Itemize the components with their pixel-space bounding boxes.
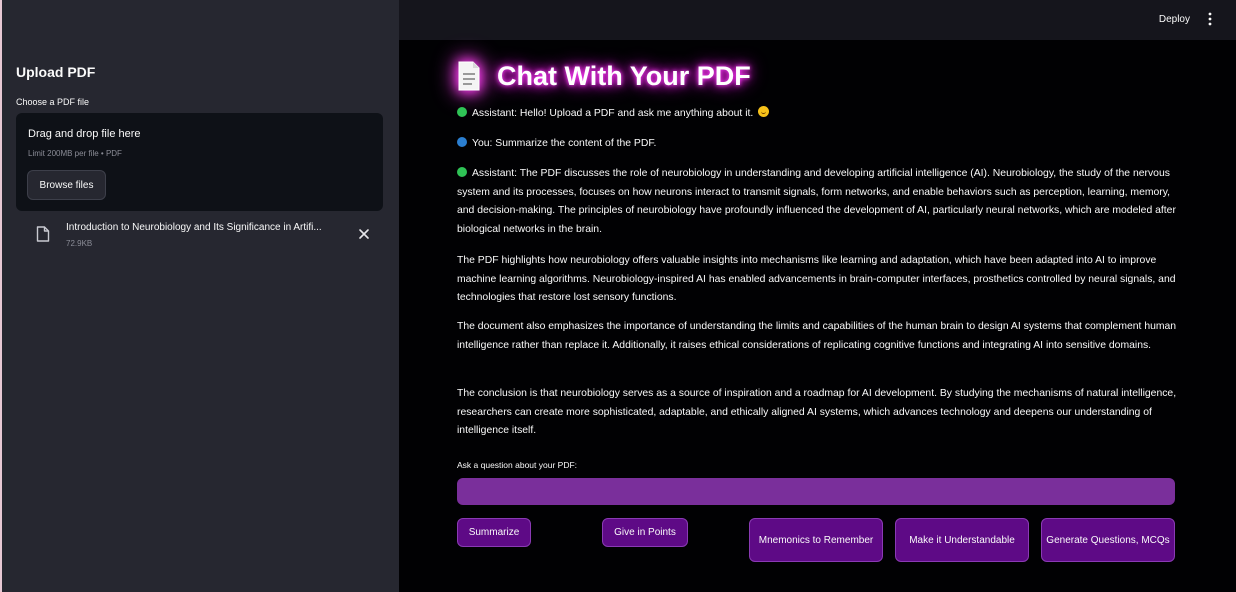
page-title-text: Chat With Your PDF bbox=[497, 60, 751, 91]
summarize-button[interactable]: Summarize bbox=[457, 518, 531, 547]
response-paragraph: The conclusion is that neurobiology serv… bbox=[457, 388, 1177, 436]
smiling-face-icon bbox=[758, 106, 770, 117]
browse-files-button[interactable]: Browse files bbox=[27, 170, 106, 200]
assistant-dot-icon bbox=[457, 107, 467, 117]
chat-message-user: You: Summarize the content of the PDF. bbox=[457, 135, 1177, 154]
give-in-points-button[interactable]: Give in Points bbox=[602, 518, 688, 547]
chat-message-text: Assistant: Hello! Upload a PDF and ask m… bbox=[472, 108, 754, 119]
dropzone-title: Drag and drop file here bbox=[28, 128, 141, 140]
file-size: 72.9KB bbox=[66, 239, 93, 248]
mnemonics-button[interactable]: Mnemonics to Remember bbox=[749, 518, 883, 562]
sidebar: Upload PDF Choose a PDF file Drag and dr… bbox=[0, 0, 399, 592]
question-input[interactable] bbox=[457, 478, 1175, 505]
response-paragraph: The document also emphasizes the importa… bbox=[457, 321, 1177, 351]
question-input-label: Ask a question about your PDF: bbox=[457, 460, 578, 470]
app-root: Upload PDF Choose a PDF file Drag and dr… bbox=[0, 0, 1236, 592]
main-content: Chat With Your PDF Assistant: Hello! Upl… bbox=[399, 40, 1236, 592]
top-bar: Deploy bbox=[399, 0, 1236, 40]
assistant-dot-icon bbox=[457, 167, 467, 177]
generate-questions-button[interactable]: Generate Questions, MCQs bbox=[1041, 518, 1175, 562]
file-name: Introduction to Neurobiology and Its Sig… bbox=[66, 222, 322, 233]
page-facing-up-icon bbox=[458, 61, 480, 91]
chat-message-assistant: Assistant: The PDF discusses the role of… bbox=[457, 165, 1177, 239]
kebab-menu-icon[interactable] bbox=[1208, 12, 1212, 26]
file-dropzone[interactable]: Drag and drop file here Limit 200MB per … bbox=[16, 113, 383, 211]
file-uploader-label: Choose a PDF file bbox=[16, 97, 90, 107]
user-dot-icon bbox=[457, 137, 467, 147]
chat-message-assistant: Assistant: Hello! Upload a PDF and ask m… bbox=[457, 105, 1177, 124]
sidebar-title: Upload PDF bbox=[16, 64, 96, 80]
page-title: Chat With Your PDF bbox=[457, 56, 751, 96]
dropzone-limit: Limit 200MB per file • PDF bbox=[28, 149, 122, 158]
make-understandable-button[interactable]: Make it Understandable bbox=[895, 518, 1029, 562]
chat-message-text: Assistant: The PDF discusses the role of… bbox=[457, 168, 1176, 235]
uploaded-file: Introduction to Neurobiology and Its Sig… bbox=[16, 218, 383, 254]
response-paragraph: The PDF highlights how neurobiology offe… bbox=[457, 255, 1176, 303]
file-icon bbox=[36, 226, 50, 242]
chat-message-text: You: Summarize the content of the PDF. bbox=[472, 138, 657, 149]
close-icon[interactable] bbox=[358, 228, 370, 240]
deploy-button[interactable]: Deploy bbox=[1159, 14, 1190, 25]
